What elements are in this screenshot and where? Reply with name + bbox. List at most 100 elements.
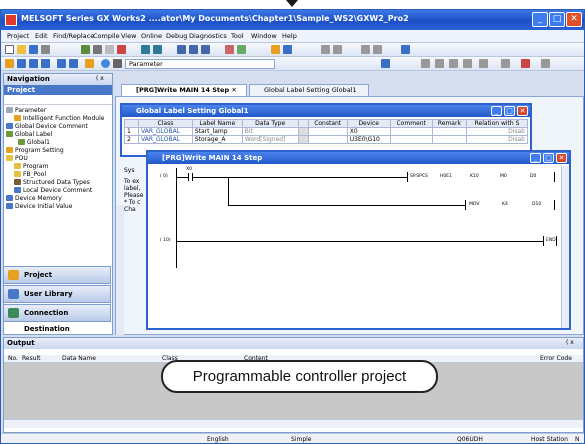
tab-ladder[interactable]: [PRG]Write MAIN 14 Step ✕ xyxy=(121,84,247,96)
menu-window[interactable]: Window xyxy=(251,32,277,40)
menu-compile[interactable]: Compile xyxy=(93,32,120,40)
list-icon[interactable] xyxy=(41,59,50,68)
tree-parameter[interactable]: Parameter xyxy=(6,107,46,114)
menu-project[interactable]: Project xyxy=(7,32,29,40)
gl-close-button[interactable]: ✕ xyxy=(517,106,528,116)
parameter-dropdown[interactable]: Parameter xyxy=(125,59,275,69)
monitor-icon[interactable] xyxy=(225,45,234,54)
tree-device-initial-value[interactable]: Device Initial Value xyxy=(6,203,72,210)
more-icon[interactable] xyxy=(541,59,550,68)
device-cell[interactable]: X0 xyxy=(346,127,391,136)
instruction-icon[interactable] xyxy=(479,59,488,68)
close-button[interactable]: ✕ xyxy=(566,12,582,27)
ladder-title[interactable]: [PRG]Write MAIN 14 Step xyxy=(148,152,569,164)
gl-minimize-button[interactable]: _ xyxy=(491,106,502,116)
output-pin-close[interactable]: ( x xyxy=(566,339,574,346)
zoom-in-icon[interactable] xyxy=(401,45,410,54)
tree-fb-pool[interactable]: FB_Pool xyxy=(14,171,46,178)
open-icon[interactable] xyxy=(17,45,26,54)
type-cell[interactable]: Bit xyxy=(241,127,299,136)
copy-icon[interactable] xyxy=(93,45,102,54)
gl-maximize-button[interactable]: □ xyxy=(504,106,515,116)
convert-icon[interactable] xyxy=(521,59,530,68)
ladder-a-icon[interactable] xyxy=(321,45,330,54)
menu-online[interactable]: Online xyxy=(141,32,162,40)
type-cell[interactable]: Word[Signed] xyxy=(241,135,299,144)
ladder-close-button[interactable]: ✕ xyxy=(556,153,567,163)
coil-icon[interactable] xyxy=(435,59,444,68)
undo-icon[interactable] xyxy=(117,45,126,54)
class-cell[interactable]: VAR_GLOBAL xyxy=(138,127,193,136)
maximize-button[interactable]: □ xyxy=(549,12,565,27)
end-instruction-box[interactable]: END xyxy=(543,236,557,246)
help-icon[interactable] xyxy=(101,59,110,68)
save-icon[interactable] xyxy=(29,45,38,54)
ladder-b-icon[interactable] xyxy=(333,45,342,54)
tree-global1[interactable]: Global1 xyxy=(18,139,50,146)
cut-icon[interactable] xyxy=(81,45,90,54)
nav-connection-destination-button[interactable]: Connection Destination xyxy=(3,304,111,333)
title-bar[interactable]: MELSOFT Series GX Works2 ....ator\My Doc… xyxy=(1,10,584,30)
tree-program[interactable]: Program xyxy=(14,163,48,170)
instruction-box[interactable]: SP.SPCS H0E1 K10 M0 D0 xyxy=(407,172,555,182)
contact-label[interactable]: X0 xyxy=(186,167,192,172)
contact-icon[interactable] xyxy=(421,59,430,68)
compile-all-icon[interactable] xyxy=(153,45,162,54)
menu-diagnostics[interactable]: Diagnostics xyxy=(189,32,227,40)
window-icon[interactable] xyxy=(17,59,26,68)
search-icon[interactable] xyxy=(381,59,390,68)
vertical-line-icon[interactable] xyxy=(463,59,472,68)
nav-project-button[interactable]: Project xyxy=(3,266,111,284)
ladder-c-icon[interactable] xyxy=(361,45,370,54)
global-label-title[interactable]: Global Label Setting Global1 xyxy=(122,105,530,117)
menu-debug[interactable]: Debug xyxy=(166,32,187,40)
device-batch-icon[interactable] xyxy=(271,45,280,54)
monitor-stop-icon[interactable] xyxy=(237,45,246,54)
tree-program-setting[interactable]: Program Setting xyxy=(6,147,64,154)
verify-icon[interactable] xyxy=(201,45,210,54)
tab-global-label[interactable]: Global Label Setting Global1 xyxy=(249,84,369,96)
table-row[interactable]: 1 VAR_GLOBAL Start_lamp Bit X0 Disab xyxy=(124,127,528,136)
table-row[interactable]: 2 VAR_GLOBAL Storage_A Word[Signed] U3E0… xyxy=(124,135,528,144)
output-icon[interactable] xyxy=(29,59,38,68)
nav-user-library-button[interactable]: User Library xyxy=(3,285,111,303)
menu-tool[interactable]: Tool xyxy=(231,32,244,40)
write-icon[interactable] xyxy=(189,45,198,54)
relation-cell[interactable]: Disab xyxy=(466,135,528,144)
tree-device-memory[interactable]: Device Memory xyxy=(6,195,62,202)
grid2-icon[interactable] xyxy=(69,59,78,68)
menu-edit[interactable]: Edit xyxy=(35,32,48,40)
paste-icon[interactable] xyxy=(105,45,114,54)
line-icon[interactable] xyxy=(449,59,458,68)
buffer-icon[interactable] xyxy=(283,45,292,54)
relation-cell[interactable]: Disab xyxy=(466,127,528,136)
tree-structured-data-types[interactable]: Structured Data Types xyxy=(14,179,90,186)
label-cell[interactable]: Start_lamp xyxy=(191,127,243,136)
device-cell[interactable]: U3E0\G10 xyxy=(346,135,391,144)
navigation-icon[interactable] xyxy=(5,59,14,68)
print-icon[interactable] xyxy=(41,45,50,54)
tree-intelligent-module[interactable]: Intelligent Function Module xyxy=(14,115,104,122)
tree-global-label[interactable]: Global Label xyxy=(6,131,52,138)
menu-find-replace[interactable]: Find/Replace xyxy=(53,32,94,40)
minimize-button[interactable]: _ xyxy=(532,12,548,27)
compile-icon[interactable] xyxy=(141,45,150,54)
class-cell[interactable]: VAR_GLOBAL xyxy=(138,135,193,144)
delete-line-icon[interactable] xyxy=(501,59,510,68)
new-icon[interactable] xyxy=(5,45,14,54)
read-icon[interactable] xyxy=(177,45,186,54)
output-hscroll[interactable] xyxy=(4,419,583,428)
mov-instruction-box[interactable]: MOV K4 D10 xyxy=(465,200,555,210)
tree-local-device-comment[interactable]: Local Device Comment xyxy=(14,187,92,194)
tree-pou[interactable]: POU xyxy=(6,155,28,162)
navigation-pin-close[interactable]: ( x xyxy=(96,75,104,82)
tree-global-device-comment[interactable]: Global Device Comment xyxy=(6,123,88,130)
property-icon[interactable] xyxy=(85,59,94,68)
menu-help[interactable]: Help xyxy=(282,32,297,40)
ladder-minimize-button[interactable]: _ xyxy=(530,153,541,163)
ladder-d-icon[interactable] xyxy=(373,45,382,54)
grid-icon[interactable] xyxy=(57,59,66,68)
menu-view[interactable]: View xyxy=(121,32,136,40)
find-icon[interactable] xyxy=(113,59,122,68)
label-cell[interactable]: Storage_A xyxy=(191,135,243,144)
